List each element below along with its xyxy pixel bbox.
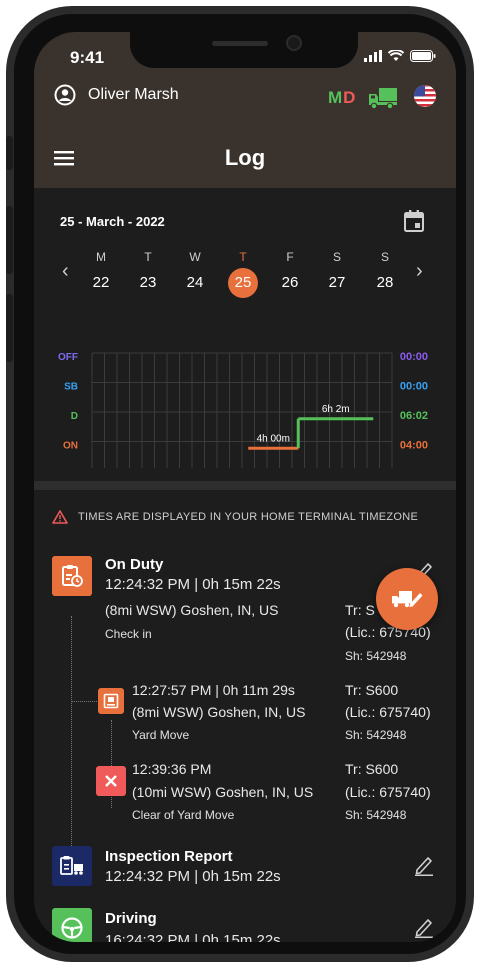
day-number: 22 (92, 274, 110, 291)
yard-move-icon (98, 688, 124, 714)
user-profile[interactable]: Oliver Marsh (54, 84, 179, 106)
page-title: Log (224, 145, 266, 170)
day-letter: F (286, 250, 294, 264)
entry-location: (8mi WSW) Goshen, IN, US (105, 602, 279, 618)
entry-location: (10mi WSW) Goshen, IN, US (132, 784, 314, 800)
day-letter: S (332, 250, 341, 264)
app-screen: 9:41 Oliver Marsh MD Log 25 - March - 20… (34, 32, 456, 942)
timezone-notice: TIMES ARE DISPLAYED IN YOUR HOME TERMINA… (52, 510, 418, 524)
entry-shipment: Sh: 542948 (345, 808, 407, 822)
week-strip: ‹ M 22 T 23 W 24 T 25 F 26 S 27 S 28 › (54, 250, 436, 300)
user-avatar-icon (54, 84, 76, 106)
timezone-notice-text: TIMES ARE DISPLAYED IN YOUR HOME TERMINA… (78, 511, 419, 523)
entry-license: (Lic.: 675740) (345, 704, 431, 720)
front-camera (286, 35, 302, 51)
entry-trailer: Tr: S600 (345, 682, 399, 698)
status-row-total: 00:00 (400, 351, 428, 363)
volume-up-button (6, 206, 13, 274)
calendar-icon[interactable] (404, 210, 424, 232)
prev-week-chevron-icon[interactable]: ‹ (62, 260, 69, 283)
selected-date-label: 25 - March - 2022 (60, 214, 165, 229)
status-row-total: 00:00 (400, 380, 428, 392)
day-mon[interactable]: M 22 (84, 250, 118, 298)
user-name: Oliver Marsh (88, 86, 179, 103)
malfunction-diagnostic-indicator[interactable]: MD (328, 88, 356, 108)
edit-pencil-icon[interactable] (414, 854, 434, 876)
day-wed[interactable]: W 24 (178, 250, 212, 298)
truck-connection-icon[interactable] (368, 86, 398, 110)
entry-note: Clear of Yard Move (132, 808, 235, 822)
timeline-connector (71, 616, 72, 854)
status-row-label: SB (64, 381, 78, 392)
wifi-icon (388, 50, 404, 61)
status-icons (364, 50, 436, 62)
entry-time: 12:27:57 PM | 0h 11m 29s (132, 682, 295, 698)
day-sun[interactable]: S 28 (368, 250, 402, 298)
hos-log-graph: OFF00:00SB00:00D06:02ON04:00M246810N1416… (34, 318, 456, 491)
next-week-chevron-icon[interactable]: › (416, 260, 423, 283)
entry-license: (Lic.: 675740) (345, 784, 431, 800)
entry-title: Driving (105, 910, 157, 927)
app-header: 9:41 Oliver Marsh MD Log (34, 32, 456, 188)
entry-note: Check in (105, 627, 152, 641)
inspection-report-icon (52, 846, 92, 886)
status-row-total: 06:02 (400, 410, 428, 422)
entry-trailer: Tr: S600 (345, 761, 399, 777)
us-flag-icon[interactable] (413, 84, 437, 108)
entry-title: Inspection Report (105, 848, 233, 865)
day-number: 24 (186, 274, 204, 291)
day-thu-selected[interactable]: T 25 (226, 250, 260, 298)
clear-yard-move-icon (96, 766, 126, 796)
entry-title: On Duty (105, 556, 164, 573)
status-time: 9:41 (70, 48, 105, 67)
warning-icon (52, 510, 68, 524)
day-letter: W (189, 250, 201, 264)
day-letter: M (96, 250, 106, 264)
volume-down-button (6, 294, 13, 362)
signal-icon (364, 50, 382, 62)
mute-switch (6, 136, 13, 170)
driving-steering-wheel-icon (52, 908, 92, 942)
diagnostic-indicator: D (343, 88, 357, 107)
on-duty-status-icon (52, 556, 92, 596)
status-row-label: D (71, 411, 78, 422)
day-tue[interactable]: T 23 (131, 250, 165, 298)
entry-shipment: Sh: 542948 (345, 649, 407, 663)
truck-edit-icon (392, 591, 423, 608)
day-number: 27 (328, 274, 346, 291)
log-graph-svg: OFF00:00SB00:00D06:02ON04:00M246810N1416… (58, 351, 428, 491)
entry-note: Yard Move (132, 728, 190, 742)
timeline-branch (71, 701, 97, 702)
entry-trailer: Tr: S (345, 602, 375, 618)
day-letter: T (239, 250, 247, 264)
entry-time: 16:24:32 PM | 0h 15m 22s (105, 932, 281, 942)
add-event-fab-button[interactable] (376, 568, 438, 630)
day-fri[interactable]: F 26 (273, 250, 307, 298)
phone-notch (130, 32, 358, 68)
status-row-label: ON (63, 440, 78, 451)
entry-shipment: Sh: 542948 (345, 728, 407, 742)
day-number: 23 (139, 274, 157, 291)
day-letter: S (380, 250, 389, 264)
day-number: 26 (281, 274, 299, 291)
day-sat[interactable]: S 27 (320, 250, 354, 298)
section-divider (34, 481, 456, 490)
day-number: 25 (228, 268, 258, 298)
segment-duration-label: 4h 00m (257, 433, 290, 444)
speaker-grille (212, 41, 268, 46)
status-row-total: 04:00 (400, 439, 428, 451)
battery-icon (410, 50, 436, 62)
malfunction-indicator: M (328, 88, 344, 107)
entry-time: 12:24:32 PM | 0h 15m 22s (105, 868, 281, 885)
segment-duration-label: 6h 2m (322, 404, 350, 415)
entry-time: 12:24:32 PM | 0h 15m 22s (105, 576, 281, 593)
entry-time: 12:39:36 PM (132, 761, 212, 777)
day-letter: T (144, 250, 152, 264)
status-row-label: OFF (58, 352, 78, 363)
day-number: 28 (376, 274, 394, 291)
entry-location: (8mi WSW) Goshen, IN, US (132, 704, 306, 720)
edit-pencil-icon[interactable] (414, 916, 434, 938)
